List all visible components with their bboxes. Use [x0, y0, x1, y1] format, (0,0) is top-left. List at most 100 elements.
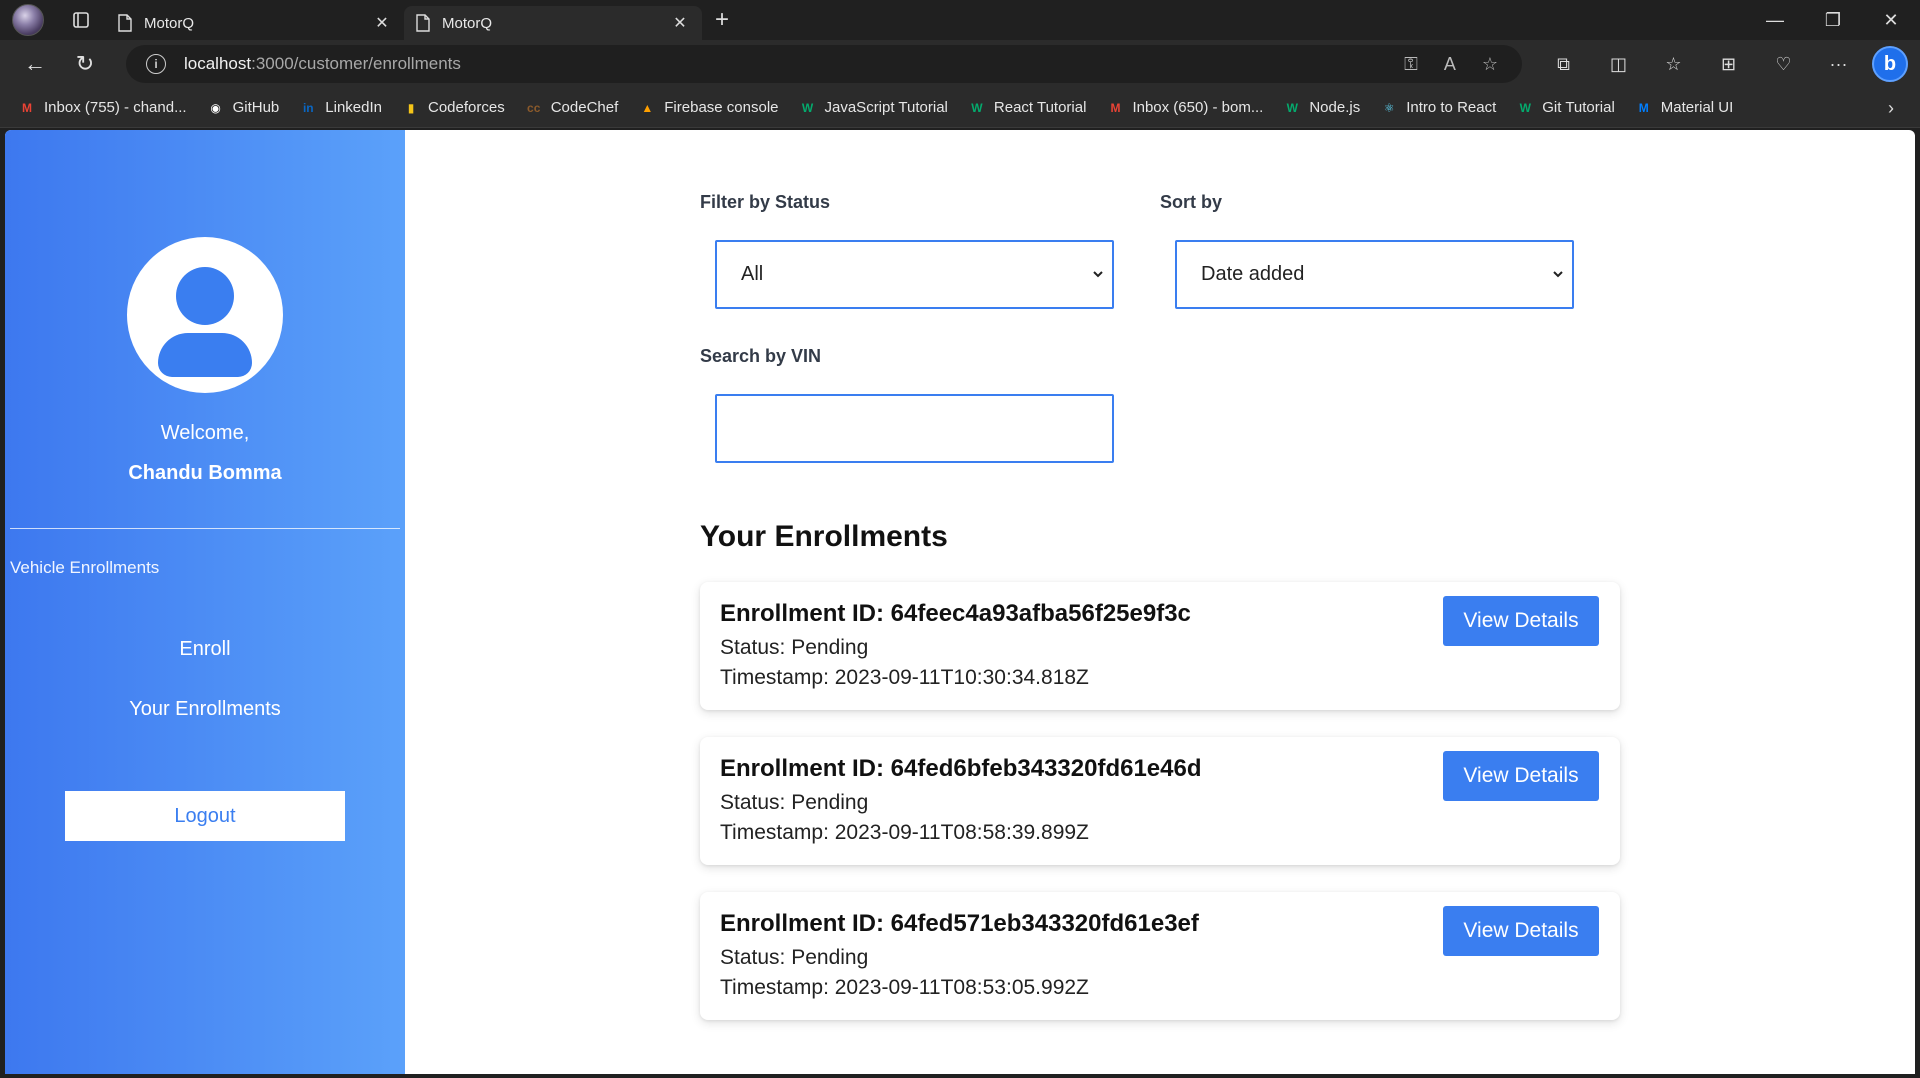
reload-icon: ↻ — [75, 51, 95, 76]
bookmark-item[interactable]: in LinkedIn — [299, 99, 382, 117]
bookmark-label: Codeforces — [428, 99, 505, 116]
bookmark-item[interactable]: W React Tutorial — [968, 99, 1087, 117]
sidebar-divider — [10, 528, 400, 529]
enrollment-status: Status: Pending — [720, 636, 869, 659]
heart-pulse-icon: ♡ — [1775, 53, 1792, 74]
extensions-button[interactable]: ⧉ — [1536, 54, 1591, 75]
bing-copilot-icon[interactable]: b — [1872, 46, 1908, 82]
bookmark-label: Material UI — [1660, 99, 1734, 116]
close-icon: ✕ — [1883, 9, 1899, 30]
view-details-button[interactable]: View Details — [1443, 596, 1599, 646]
collections-icon: ⊞ — [1720, 53, 1737, 74]
w3schools-icon: W — [1286, 100, 1298, 115]
tab-title: MotorQ — [442, 14, 493, 32]
view-details-button[interactable]: View Details — [1443, 906, 1599, 956]
mui-icon: M — [1638, 100, 1649, 115]
status-filter-select[interactable]: All — [715, 240, 1114, 309]
split-screen-icon: ◫ — [1609, 53, 1627, 74]
bookmark-label: JavaScript Tutorial — [824, 99, 948, 116]
main-content: Filter by Status All Sort by Date added … — [405, 130, 1915, 1074]
bookmark-item[interactable]: W Git Tutorial — [1516, 99, 1615, 117]
bookmark-label: GitHub — [232, 99, 280, 116]
url-actions: ⚿ A ☆ — [1404, 54, 1522, 75]
bookmark-item[interactable]: M Inbox (755) - chand... — [18, 99, 187, 117]
enrollment-timestamp: Timestamp: 2023-09-11T08:58:39.899Z — [720, 821, 1089, 844]
logout-button[interactable]: Logout — [65, 791, 345, 841]
user-avatar-icon — [127, 237, 283, 393]
avatar-body — [158, 333, 252, 377]
search-vin-label: Search by VIN — [700, 346, 822, 366]
restore-button[interactable]: ❐ — [1804, 0, 1862, 40]
status-filter-value: All — [741, 263, 764, 285]
minimize-icon: — — [1766, 9, 1784, 30]
view-details-button[interactable]: View Details — [1443, 751, 1599, 801]
performance-button[interactable]: ♡ — [1756, 54, 1811, 75]
reload-button[interactable]: ↻ — [60, 44, 110, 84]
bookmarks-overflow-chevron-icon[interactable]: › — [1888, 88, 1894, 128]
page-icon — [416, 14, 430, 32]
bookmark-item[interactable]: ▲ Firebase console — [638, 99, 778, 117]
favorites-icon: ☆ — [1665, 53, 1682, 74]
bookmark-item[interactable]: M Inbox (650) - bom... — [1106, 99, 1263, 117]
sidebar-section-label: Vehicle Enrollments — [10, 558, 160, 577]
split-screen-button[interactable]: ◫ — [1591, 54, 1646, 75]
sidebar-link-enroll[interactable]: Enroll — [5, 638, 405, 661]
browser-tab-bar: MotorQ ✕ MotorQ ✕ + — ❐ ✕ — [0, 0, 1920, 40]
url-bar[interactable]: i localhost:3000/customer/enrollments ⚿ … — [126, 45, 1522, 83]
enrollment-card: Enrollment ID: 64fed571eb343320fd61e3ef … — [700, 892, 1620, 1020]
bookmark-item[interactable]: ▮ Codeforces — [402, 99, 505, 117]
browser-tab-1[interactable]: MotorQ ✕ — [106, 6, 404, 40]
minimize-button[interactable]: — — [1746, 0, 1804, 40]
sidebar: Welcome, Chandu Bomma Vehicle Enrollment… — [5, 130, 405, 1074]
enrollment-status: Status: Pending — [720, 946, 869, 969]
avatar-head — [176, 267, 234, 325]
bookmark-item[interactable]: W Node.js — [1283, 99, 1361, 117]
sort-by-select[interactable]: Date added — [1175, 240, 1574, 309]
plus-icon: + — [714, 6, 729, 33]
close-tab-icon[interactable]: ✕ — [372, 13, 392, 33]
read-aloud-icon[interactable]: A — [1444, 54, 1456, 75]
bookmark-label: React Tutorial — [993, 99, 1087, 116]
bookmark-item[interactable]: M Material UI — [1635, 99, 1734, 117]
favorite-star-icon[interactable]: ☆ — [1482, 54, 1498, 75]
tab-actions-icon — [73, 12, 89, 28]
tab-title: MotorQ — [144, 14, 195, 32]
site-info-icon[interactable]: i — [146, 54, 166, 74]
search-vin-input[interactable] — [715, 394, 1114, 463]
username: Chandu Bomma — [128, 462, 282, 484]
tab-actions-button[interactable] — [56, 0, 106, 40]
bookmark-label: Inbox (755) - chand... — [44, 99, 187, 116]
back-button[interactable]: ← — [10, 44, 60, 84]
bookmark-label: LinkedIn — [325, 99, 382, 116]
enrollment-id: Enrollment ID: 64fed571eb343320fd61e3ef — [720, 910, 1199, 937]
close-window-button[interactable]: ✕ — [1862, 0, 1920, 40]
favorites-button[interactable]: ☆ — [1646, 54, 1701, 75]
ellipsis-icon: ··· — [1829, 53, 1848, 74]
window-controls: — ❐ ✕ — [1746, 0, 1920, 40]
sort-by-label: Sort by — [1160, 192, 1223, 212]
bookmark-label: Intro to React — [1406, 99, 1497, 116]
gmail-icon: M — [1110, 100, 1121, 115]
bookmark-item[interactable]: ◉ GitHub — [207, 99, 280, 117]
profile-button[interactable] — [0, 0, 56, 40]
close-tab-icon[interactable]: ✕ — [670, 13, 690, 33]
enrollments-heading: Your Enrollments — [700, 520, 948, 553]
sort-by-value: Date added — [1201, 263, 1305, 285]
bookmark-item[interactable]: ⚛ Intro to React — [1380, 99, 1496, 117]
restore-icon: ❐ — [1824, 9, 1842, 30]
more-menu-button[interactable]: ··· — [1811, 54, 1866, 75]
key-icon[interactable]: ⚿ — [1404, 54, 1418, 75]
linkedin-icon: in — [302, 100, 314, 115]
enrollment-status: Status: Pending — [720, 791, 869, 814]
enrollment-card: Enrollment ID: 64feec4a93afba56f25e9f3c … — [700, 582, 1620, 710]
bookmark-label: CodeChef — [550, 99, 619, 116]
sidebar-link-your-enrollments[interactable]: Your Enrollments — [5, 698, 405, 721]
profile-avatar — [12, 4, 44, 36]
address-bar-row: ← ↻ i localhost:3000/customer/enrollment… — [0, 40, 1920, 88]
bookmark-item[interactable]: cc CodeChef — [525, 99, 619, 117]
codeforces-icon: ▮ — [407, 100, 415, 115]
new-tab-button[interactable]: + — [702, 0, 742, 40]
bookmark-item[interactable]: W JavaScript Tutorial — [799, 99, 948, 117]
collections-button[interactable]: ⊞ — [1701, 54, 1756, 75]
browser-tab-2[interactable]: MotorQ ✕ — [404, 6, 702, 40]
